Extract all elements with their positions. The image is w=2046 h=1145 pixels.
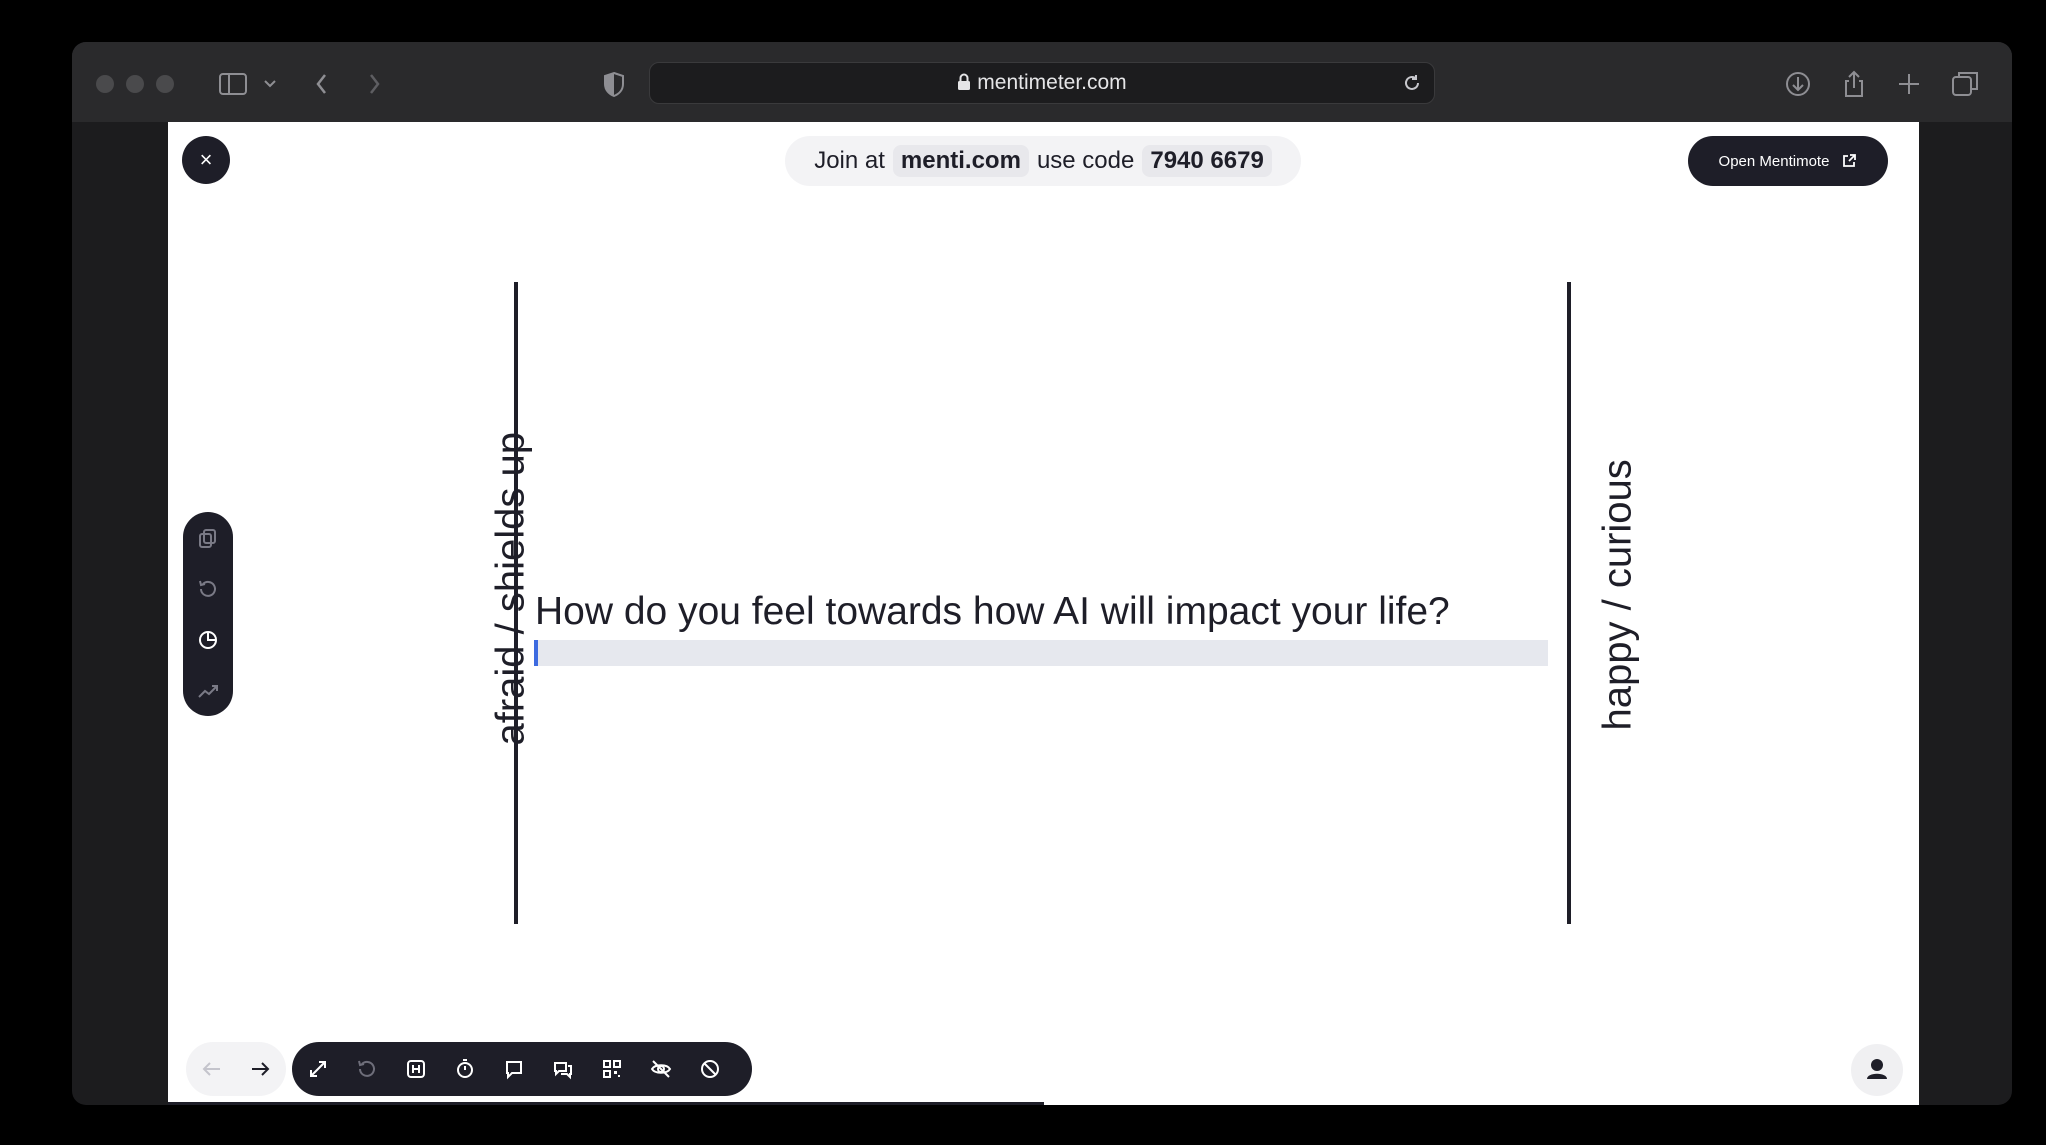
forward-icon[interactable]	[364, 64, 384, 104]
open-mentimote-label: Open Mentimote	[1718, 152, 1830, 170]
close-presentation-button[interactable]: ×	[182, 136, 230, 184]
external-link-icon	[1843, 154, 1857, 167]
side-toolbar	[183, 512, 233, 716]
next-slide-icon[interactable]	[246, 1055, 274, 1083]
person-icon	[1867, 1059, 1887, 1079]
trend-icon[interactable]	[196, 679, 220, 703]
chevron-down-icon[interactable]	[262, 64, 278, 104]
address-bar[interactable]: mentimeter.com	[649, 62, 1435, 104]
right-scale-label: happy / curious	[1595, 459, 1640, 731]
participants-button[interactable]	[1851, 1044, 1903, 1096]
left-scale-label: afraid / shields up	[488, 431, 533, 746]
plus-icon[interactable]	[1896, 64, 1922, 104]
comments-icon[interactable]	[502, 1057, 526, 1081]
hide-results-icon[interactable]	[649, 1057, 673, 1081]
lock-icon	[958, 73, 971, 90]
open-mentimote-button[interactable]: Open Mentimote	[1688, 136, 1888, 186]
join-code: 7940 6679	[1142, 145, 1272, 177]
presenter-toolbar	[292, 1042, 752, 1096]
window-minimize-dot[interactable]	[126, 75, 144, 93]
chart-icon[interactable]	[196, 628, 220, 652]
reload-icon[interactable]	[1402, 73, 1422, 93]
window-zoom-dot[interactable]	[156, 75, 174, 93]
response-marker	[534, 640, 538, 666]
tabs-icon[interactable]	[1950, 64, 1980, 104]
hotkeys-icon[interactable]	[404, 1057, 428, 1081]
reset-results-icon[interactable]	[355, 1057, 379, 1081]
presentation-page: × Join at menti.com use code 7940 6679 O…	[168, 122, 1919, 1105]
reset-icon[interactable]	[196, 577, 220, 601]
download-icon[interactable]	[1784, 64, 1812, 104]
close-voting-icon[interactable]	[698, 1057, 722, 1081]
code-prefix: use code	[1036, 147, 1135, 174]
shield-icon[interactable]	[602, 64, 626, 104]
browser-titlebar: mentimeter.com	[72, 42, 2012, 122]
sidebar-icon[interactable]	[218, 64, 250, 104]
question-text: How do you feel towards how AI will impa…	[535, 590, 1450, 633]
join-url: menti.com	[892, 145, 1029, 177]
window-close-dot[interactable]	[96, 75, 114, 93]
browser-window: mentimeter.com × Join at menti.com use c…	[72, 42, 2012, 1105]
back-icon[interactable]	[312, 64, 332, 104]
right-scale-line	[1567, 282, 1571, 924]
qr-code-icon[interactable]	[600, 1057, 624, 1081]
answer-bar	[534, 640, 1548, 666]
share-icon[interactable]	[1840, 64, 1868, 104]
timer-icon[interactable]	[453, 1057, 477, 1081]
fullscreen-icon[interactable]	[306, 1057, 330, 1081]
slide-navigation	[186, 1042, 286, 1096]
join-prefix: Join at	[814, 147, 885, 174]
qa-icon[interactable]	[551, 1057, 575, 1081]
presentation-progress-bar	[168, 1102, 1044, 1105]
join-instructions: Join at menti.com use code 7940 6679	[785, 136, 1301, 186]
url-text: mentimeter.com	[977, 71, 1127, 94]
close-icon: ×	[199, 147, 213, 172]
copy-icon[interactable]	[196, 526, 220, 550]
previous-slide-icon[interactable]	[198, 1055, 226, 1083]
